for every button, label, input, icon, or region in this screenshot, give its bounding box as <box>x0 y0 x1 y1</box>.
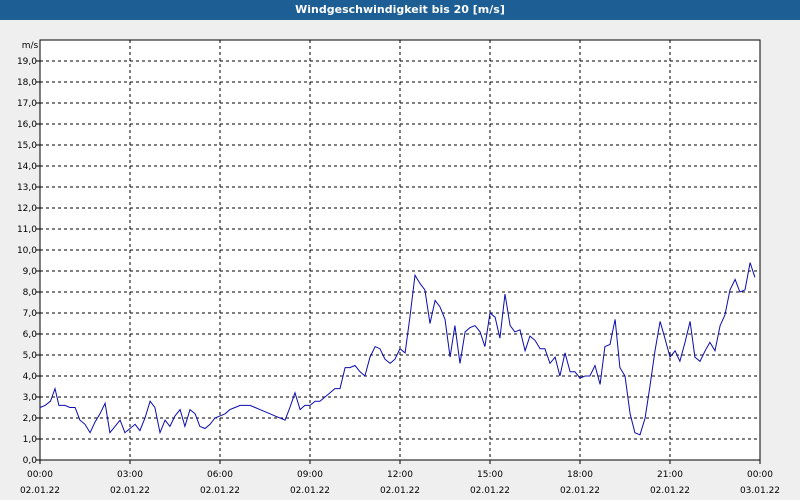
y-tick-label: 6,0 <box>23 330 38 340</box>
x-tick-time-label: 15:00 <box>477 470 503 480</box>
y-tick-label: 7,0 <box>23 309 38 319</box>
y-axis-unit-label: m/s <box>22 41 39 51</box>
y-tick-label: 12,0 <box>17 204 37 214</box>
y-tick-label: 19,0 <box>17 57 37 67</box>
y-tick-label: 17,0 <box>17 99 37 109</box>
x-tick-date-label: 02.01.22 <box>380 486 420 496</box>
x-tick-date-label: 02.01.22 <box>470 486 510 496</box>
x-tick-time-label: 00:00 <box>747 470 773 480</box>
x-tick-date-label: 02.01.22 <box>560 486 600 496</box>
x-tick-date-label: 02.01.22 <box>110 486 150 496</box>
y-tick-label: 0,0 <box>23 456 38 466</box>
grid-lines <box>40 40 760 460</box>
chart-window: Windgeschwindigkeit bis 20 [m/s] 0,0 1,0 2… <box>0 0 800 500</box>
line-chart: 0,0 1,0 2,0 3,0 4,0 5,0 6,0 7,0 8,0 9,0 10,0 11,0 12… <box>17 39 780 496</box>
x-tick-date-label: 02.01.22 <box>200 486 240 496</box>
y-tick-label: 5,0 <box>23 351 38 361</box>
y-tick-label: 4,0 <box>23 372 38 382</box>
y-tick-label: 15,0 <box>17 141 37 151</box>
x-tick-time-label: 09:00 <box>297 470 323 480</box>
x-tick-time-label: 00:00 <box>27 470 53 480</box>
y-tick-label: 8,0 <box>23 288 38 298</box>
y-tick-label: 11,0 <box>17 225 37 235</box>
y-tick-label: 16,0 <box>17 120 37 130</box>
x-tick-date-label: 02.01.22 <box>20 486 60 496</box>
x-tick-time-label: 03:00 <box>117 470 143 480</box>
x-tick-time-label: 12:00 <box>387 470 413 480</box>
y-tick-label: 13,0 <box>17 183 37 193</box>
x-tick-time-label: 06:00 <box>207 470 233 480</box>
y-axis: 0,0 1,0 2,0 3,0 4,0 5,0 6,0 7,0 8,0 9,0 10,0 11,0 12… <box>17 57 40 466</box>
x-tick-date-label: 02.01.22 <box>290 486 330 496</box>
x-axis: 00:00 02.01.22 03:00 02.01.22 06:00 02.01.22 0… <box>20 460 780 496</box>
x-tick-time-label: 21:00 <box>657 470 683 480</box>
y-tick-label: 9,0 <box>23 267 38 277</box>
y-tick-label: 3,0 <box>23 393 38 403</box>
x-tick-date-label: 02.01.22 <box>650 486 690 496</box>
y-tick-label: 1,0 <box>23 435 38 445</box>
y-tick-label: 18,0 <box>17 78 37 88</box>
y-tick-label: 10,0 <box>17 246 37 256</box>
y-tick-label: 14,0 <box>17 162 37 172</box>
y-tick-label: 2,0 <box>23 414 38 424</box>
x-tick-time-label: 18:00 <box>567 470 593 480</box>
x-tick-date-label: 03.01.22 <box>740 486 780 496</box>
